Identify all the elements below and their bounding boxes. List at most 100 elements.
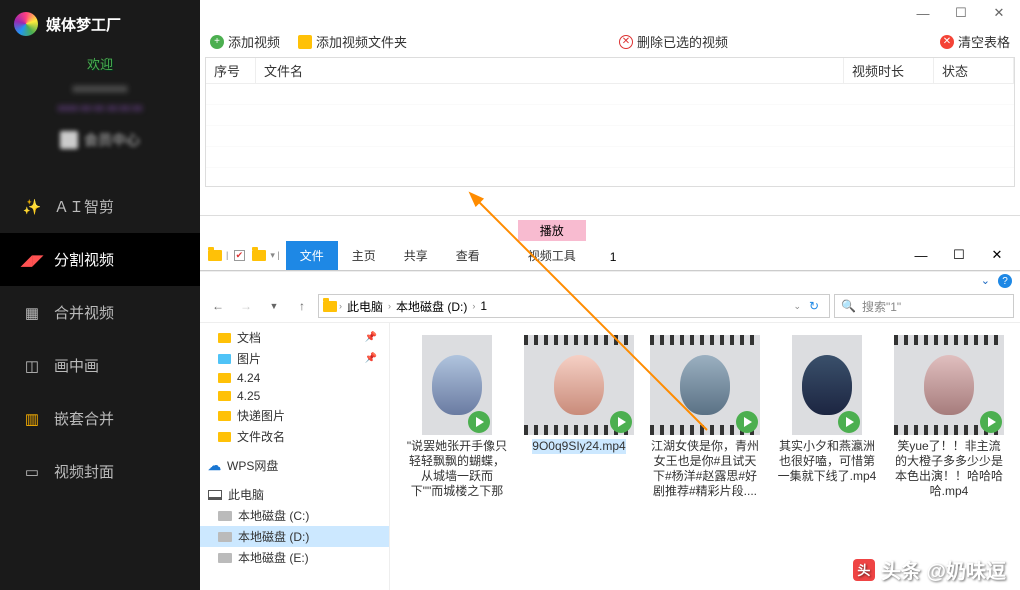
ribbon-file[interactable]: 文件 xyxy=(286,241,338,270)
search-input[interactable]: 🔍 搜索"1" xyxy=(834,294,1014,318)
file-pane[interactable]: "说罢她张开手像只轻轻飘飘的蝴蝶，从城墙一跃而下""而城楼之下那个玄衣的身影..… xyxy=(390,323,1020,590)
table-body[interactable] xyxy=(206,84,1014,186)
play-icon xyxy=(468,411,490,433)
checkbox-icon[interactable]: ✔ xyxy=(230,246,248,264)
col-index[interactable]: 序号 xyxy=(206,58,256,83)
video-thumb xyxy=(650,335,760,435)
tree-drive-e[interactable]: 本地磁盘 (E:) xyxy=(200,547,389,568)
help-icon[interactable]: ? xyxy=(998,274,1012,288)
pip-icon: ◫ xyxy=(22,358,42,374)
user-info1: xxxxxxxxxx xyxy=(0,77,200,101)
clear-table-button[interactable]: ✕清空表格 xyxy=(940,32,1010,51)
delete-selected-button[interactable]: ✕删除已选的视频 xyxy=(619,32,728,51)
back-button[interactable]: ← xyxy=(206,294,230,318)
file-name: "说罢她张开手像只轻轻飘飘的蝴蝶，从城墙一跃而下""而城楼之下那个玄衣的身影..… xyxy=(406,439,508,499)
video-thumb xyxy=(524,335,634,435)
nav-pip[interactable]: ◫画中画 xyxy=(0,339,200,392)
delete-icon: ✕ xyxy=(619,35,633,49)
address-bar[interactable]: › 此电脑 › 本地磁盘 (D:) › 1 ⌄ ↻ xyxy=(318,294,830,318)
tree-documents[interactable]: 文档📌 xyxy=(200,327,389,348)
avatar-icon xyxy=(60,131,78,149)
play-icon xyxy=(736,411,758,433)
tree-drive-d[interactable]: 本地磁盘 (D:) xyxy=(200,526,389,547)
tree-this-pc[interactable]: 此电脑 xyxy=(200,484,389,505)
pin-icon: 📌 xyxy=(365,353,377,364)
user-block: 欢迎 xxxxxxxxxx xxxx-xx-xx xx:xx:xx 会员中心 xyxy=(0,46,200,180)
split-icon: ◢◤ xyxy=(22,252,42,268)
folder-plus-icon xyxy=(298,35,312,49)
table-header: 序号 文件名 视频时长 状态 xyxy=(206,58,1014,84)
pin-icon: 📌 xyxy=(365,332,377,343)
crumb-pc[interactable]: 此电脑 xyxy=(344,298,386,315)
nav-cover[interactable]: ▭视频封面 xyxy=(0,445,200,498)
nav-tree: 文档📌 图片📌 4.24 4.25 快递图片 文件改名 ☁WPS网盘 此电脑 本… xyxy=(200,323,390,590)
nest-icon: ▥ xyxy=(22,411,42,427)
exp-minimize-button[interactable]: — xyxy=(904,244,938,266)
ribbon-home[interactable]: 主页 xyxy=(338,241,390,270)
minimize-button[interactable]: — xyxy=(906,2,940,24)
member-center-button[interactable]: 会员中心 xyxy=(0,122,200,166)
tree-folder-424[interactable]: 4.24 xyxy=(200,369,389,387)
search-placeholder: 搜索"1" xyxy=(862,298,901,315)
window-controls: — ☐ ✕ xyxy=(906,2,1016,24)
plus-icon: + xyxy=(210,35,224,49)
search-icon: 🔍 xyxy=(841,299,856,313)
tree-folder-express[interactable]: 快递图片 xyxy=(200,405,389,426)
tree-pictures[interactable]: 图片📌 xyxy=(200,348,389,369)
forward-button[interactable]: → xyxy=(234,294,258,318)
toolbar: +添加视频 添加视频文件夹 ✕删除已选的视频 ✕清空表格 xyxy=(200,0,1020,57)
close-button[interactable]: ✕ xyxy=(982,2,1016,24)
clear-icon: ✕ xyxy=(940,35,954,49)
watermark: 头 头条 @奶味逗 xyxy=(853,555,1006,584)
play-icon xyxy=(980,411,1002,433)
ribbon-expand[interactable]: ⌄? xyxy=(200,271,1020,290)
exp-close-button[interactable]: ✕ xyxy=(980,244,1014,266)
video-thumb xyxy=(422,335,492,435)
crumb-folder[interactable]: 1 xyxy=(477,299,490,313)
context-tab[interactable]: 播放 视频工具 xyxy=(514,220,590,270)
exp-maximize-button[interactable]: ☐ xyxy=(942,244,976,266)
add-folder-button[interactable]: 添加视频文件夹 xyxy=(298,32,407,51)
add-video-button[interactable]: +添加视频 xyxy=(210,32,280,51)
nav-nest-merge[interactable]: ▥嵌套合并 xyxy=(0,392,200,445)
folder-icon-2[interactable] xyxy=(250,246,268,264)
explorer-titlebar: | ✔ ▾ | 文件 主页 共享 查看 播放 视频工具 1 — ☐ ✕ xyxy=(200,216,1020,271)
tree-folder-rename[interactable]: 文件改名 xyxy=(200,426,389,447)
wand-icon: ✨ xyxy=(22,199,42,215)
recent-button[interactable]: ▼ xyxy=(262,294,286,318)
folder-icon[interactable] xyxy=(206,246,224,264)
file-name: 其实小夕和燕瀛洲也很好嗑，可惜第一集就下线了.mp4 xyxy=(776,439,878,484)
user-info2: xxxx-xx-xx xx:xx:xx xyxy=(0,101,200,122)
drive-icon xyxy=(218,511,232,521)
nav-ai-cut[interactable]: ✨ＡＩ智剪 xyxy=(0,180,200,233)
col-duration[interactable]: 视频时长 xyxy=(844,58,934,83)
ribbon-view[interactable]: 查看 xyxy=(442,241,494,270)
col-filename[interactable]: 文件名 xyxy=(256,58,844,83)
play-icon xyxy=(610,411,632,433)
tree-drive-c[interactable]: 本地磁盘 (C:) xyxy=(200,505,389,526)
tree-wps[interactable]: ☁WPS网盘 xyxy=(200,455,389,476)
maximize-button[interactable]: ☐ xyxy=(944,2,978,24)
crumb-drive[interactable]: 本地磁盘 (D:) xyxy=(393,298,470,315)
ribbon-video-tools: 视频工具 xyxy=(514,241,590,270)
refresh-button[interactable]: ↻ xyxy=(803,299,825,313)
ribbon-share[interactable]: 共享 xyxy=(390,241,442,270)
video-thumb xyxy=(894,335,1004,435)
file-item[interactable]: 笑yue了！！非主流的大橙子多多少少是本色出演！！哈哈哈哈.mp4 xyxy=(894,335,1004,499)
nav-split-video[interactable]: ◢◤分割视频 xyxy=(0,233,200,286)
video-thumb xyxy=(792,335,862,435)
wps-icon: ☁ xyxy=(208,458,221,474)
file-item[interactable]: 其实小夕和燕瀛洲也很好嗑，可惜第一集就下线了.mp4 xyxy=(776,335,878,484)
merge-icon: ▦ xyxy=(22,305,42,321)
folder-icon xyxy=(323,301,337,312)
nav-merge-video[interactable]: ▦合并视频 xyxy=(0,286,200,339)
chevron-down-icon: ⌄ xyxy=(981,274,990,288)
app-title: 媒体梦工厂 xyxy=(46,14,121,35)
file-item[interactable]: 江湖女侠是你，青州女王也是你#且试天下#杨洋#赵露思#好剧推荐#精彩片段.... xyxy=(650,335,760,499)
file-item[interactable]: "说罢她张开手像只轻轻飘飘的蝴蝶，从城墙一跃而下""而城楼之下那个玄衣的身影..… xyxy=(406,335,508,499)
col-status[interactable]: 状态 xyxy=(934,58,1014,83)
image-icon: ▭ xyxy=(22,464,42,480)
up-button[interactable]: ↑ xyxy=(290,294,314,318)
tree-folder-425[interactable]: 4.25 xyxy=(200,387,389,405)
file-item[interactable]: 9O0q9SIy24.mp4 xyxy=(524,335,634,454)
